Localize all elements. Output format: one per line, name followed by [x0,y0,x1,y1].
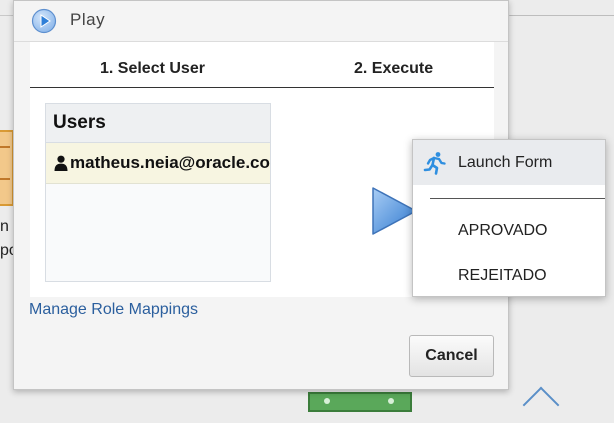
step-train: 1. Select User 2. Execute [30,42,494,88]
users-header: Users [46,104,270,143]
dialog-titlebar: Play [14,1,508,42]
menu-separator [430,198,605,199]
cancel-button[interactable]: Cancel [409,335,494,377]
background-tile [0,130,14,206]
manage-role-mappings-link[interactable]: Manage Role Mappings [29,301,198,319]
user-email: matheus.neia@oracle.com [70,153,271,172]
menu-item-launch-form[interactable]: Launch Form [413,140,605,185]
execute-menu: Launch Form APROVADO REJEITADO [412,139,606,297]
step-select-user[interactable]: 1. Select User [100,60,205,78]
user-icon [54,155,68,171]
user-row[interactable]: matheus.neia@oracle.com [46,143,270,184]
background-divider-right [510,15,614,16]
background-component [308,392,412,412]
menu-item-label: Launch Form [458,154,553,171]
menu-item-aprovado[interactable]: APROVADO [413,220,605,244]
chevron-up-icon [522,386,560,423]
step-execute[interactable]: 2. Execute [354,60,433,78]
users-list: Users matheus.neia@oracle.com [45,103,271,282]
menu-item-rejeitado[interactable]: REJEITADO [413,265,605,289]
background-text: n [0,218,9,235]
menu-item-label: REJEITADO [458,267,547,284]
dialog-title: Play [70,10,106,29]
running-person-icon [423,152,446,175]
menu-item-label: APROVADO [458,222,548,239]
play-circle-icon [31,8,57,34]
